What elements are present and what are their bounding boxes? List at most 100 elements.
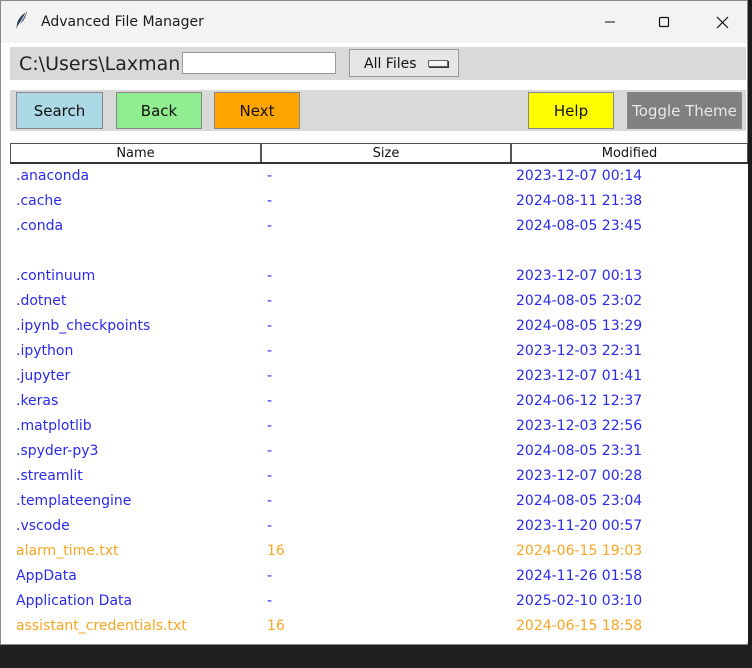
maximize-icon	[658, 16, 670, 28]
cell-name: .templateengine	[16, 493, 132, 509]
close-icon	[716, 16, 728, 28]
cell-name: .ipynb_checkpoints	[16, 318, 151, 334]
window-title: Advanced File Manager	[41, 14, 204, 30]
cell-size: -	[267, 318, 273, 334]
minimize-icon	[605, 21, 615, 23]
title-bar[interactable]: Advanced File Manager	[1, 1, 747, 43]
column-header-size[interactable]: Size	[261, 143, 511, 162]
file-type-filter[interactable]: All Files	[349, 49, 459, 77]
table-row[interactable]: .matplotlib - 2023-12-03 22:56	[10, 414, 748, 439]
table-row[interactable]: .conda - 2024-08-05 23:45	[10, 214, 748, 239]
cell-modified: 2024-06-12 12:37	[516, 393, 643, 409]
cell-name: .keras	[16, 393, 59, 409]
column-header-modified[interactable]: Modified	[511, 143, 748, 162]
cell-name: .streamlit	[16, 468, 83, 484]
cell-name: .cache	[16, 193, 62, 209]
table-row[interactable]: .dotnet - 2024-08-05 23:02	[10, 289, 748, 314]
cell-name: AppData	[16, 568, 77, 584]
cell-name: .ipython	[16, 343, 74, 359]
cell-size: -	[267, 343, 273, 359]
table-row[interactable]: .templateengine - 2024-08-05 23:04	[10, 489, 748, 514]
cell-name: .dotnet	[16, 293, 67, 309]
path-bar: C:\Users\Laxman All Files	[10, 47, 746, 80]
table-header: Name Size Modified	[10, 143, 748, 164]
cell-modified: 2024-11-26 01:58	[516, 568, 643, 584]
table-row[interactable]: .streamlit - 2023-12-07 00:28	[10, 464, 748, 489]
cell-size: 16	[267, 543, 285, 559]
option-menu-indicator-icon	[428, 60, 448, 67]
current-path: C:\Users\Laxman	[19, 53, 181, 75]
close-button[interactable]	[699, 1, 745, 43]
table-row[interactable]	[10, 239, 748, 264]
table-row[interactable]: .cache - 2024-08-11 21:38	[10, 189, 748, 214]
cell-modified: 2024-06-15 19:03	[516, 543, 643, 559]
cell-modified: 2023-12-03 22:56	[516, 418, 643, 434]
cell-size: -	[267, 368, 273, 384]
file-list: Name Size Modified .anaconda - 2023-12-07 …	[10, 143, 748, 643]
table-row[interactable]: .ipynb_checkpoints - 2024-08-05 13:29	[10, 314, 748, 339]
cell-size: 16	[267, 618, 285, 634]
table-row[interactable]: .ipython - 2023-12-03 22:31	[10, 339, 748, 364]
cell-size: -	[267, 393, 273, 409]
maximize-button[interactable]	[641, 1, 687, 43]
table-row[interactable]: .vscode - 2023-11-20 00:57	[10, 514, 748, 539]
filter-selected-label: All Files	[364, 56, 417, 72]
cell-name: Application Data	[16, 593, 133, 609]
toggle-theme-button[interactable]: Toggle Theme	[627, 92, 742, 129]
table-row[interactable]: .anaconda - 2023-12-07 00:14	[10, 164, 748, 189]
search-button[interactable]: Search	[16, 92, 103, 129]
cell-size: -	[267, 168, 273, 184]
cell-modified: 2024-08-05 23:45	[516, 218, 643, 234]
cell-modified: 2023-12-07 00:13	[516, 268, 643, 284]
cell-modified: 2024-06-15 18:58	[516, 618, 643, 634]
cell-modified: 2023-11-20 00:57	[516, 518, 643, 534]
cell-modified: 2024-08-11 21:38	[516, 193, 643, 209]
cell-size: -	[267, 493, 273, 509]
cell-name: assistant_credentials.txt	[16, 618, 187, 634]
cell-modified: 2023-12-07 01:41	[516, 368, 643, 384]
cell-name: .matplotlib	[16, 418, 92, 434]
toolbar: Search Back Next Help Toggle Theme	[10, 90, 746, 131]
table-row[interactable]: AppData - 2024-11-26 01:58	[10, 564, 748, 589]
next-button[interactable]: Next	[214, 92, 300, 129]
file-manager-window: Advanced File Manager C:\Users\Laxman Al…	[0, 0, 748, 645]
cell-size: -	[267, 193, 273, 209]
cell-size: -	[267, 418, 273, 434]
minimize-button[interactable]	[587, 1, 633, 43]
cell-modified: 2024-08-05 23:04	[516, 493, 643, 509]
cell-name: .spyder-py3	[16, 443, 99, 459]
search-input[interactable]	[182, 52, 336, 74]
table-row[interactable]: .jupyter - 2023-12-07 01:41	[10, 364, 748, 389]
cell-modified: 2024-08-05 23:31	[516, 443, 643, 459]
table-row[interactable]: .keras - 2024-06-12 12:37	[10, 389, 748, 414]
cell-modified: 2024-08-05 13:29	[516, 318, 643, 334]
help-button[interactable]: Help	[528, 92, 614, 129]
cell-size: -	[267, 293, 273, 309]
cell-name: .continuum	[16, 268, 96, 284]
feather-icon	[15, 12, 27, 31]
cell-size: -	[267, 468, 273, 484]
back-button[interactable]: Back	[116, 92, 202, 129]
column-header-name[interactable]: Name	[10, 143, 261, 162]
cell-size: -	[267, 218, 273, 234]
cell-size: -	[267, 268, 273, 284]
cell-modified: 2025-02-10 03:10	[516, 593, 643, 609]
cell-size: -	[267, 593, 273, 609]
table-row[interactable]: assistant_credentials.txt 16 2024-06-15 18…	[10, 614, 748, 639]
cell-size: -	[267, 518, 273, 534]
cell-modified: 2024-08-05 23:02	[516, 293, 643, 309]
cell-name: .anaconda	[16, 168, 90, 184]
background-window	[0, 645, 752, 668]
cell-name: alarm_time.txt	[16, 543, 119, 559]
cell-modified: 2023-12-03 22:31	[516, 343, 643, 359]
table-row[interactable]: Application Data - 2025-02-10 03:10	[10, 589, 748, 614]
cell-size: -	[267, 568, 273, 584]
cell-modified: 2023-12-07 00:28	[516, 468, 643, 484]
table-row[interactable]: .continuum - 2023-12-07 00:13	[10, 264, 748, 289]
cell-name: .conda	[16, 218, 64, 234]
cell-name: .vscode	[16, 518, 70, 534]
cell-size: -	[267, 443, 273, 459]
table-row[interactable]: alarm_time.txt 16 2024-06-15 19:03	[10, 539, 748, 564]
cell-name: .jupyter	[16, 368, 71, 384]
table-row[interactable]: .spyder-py3 - 2024-08-05 23:31	[10, 439, 748, 464]
